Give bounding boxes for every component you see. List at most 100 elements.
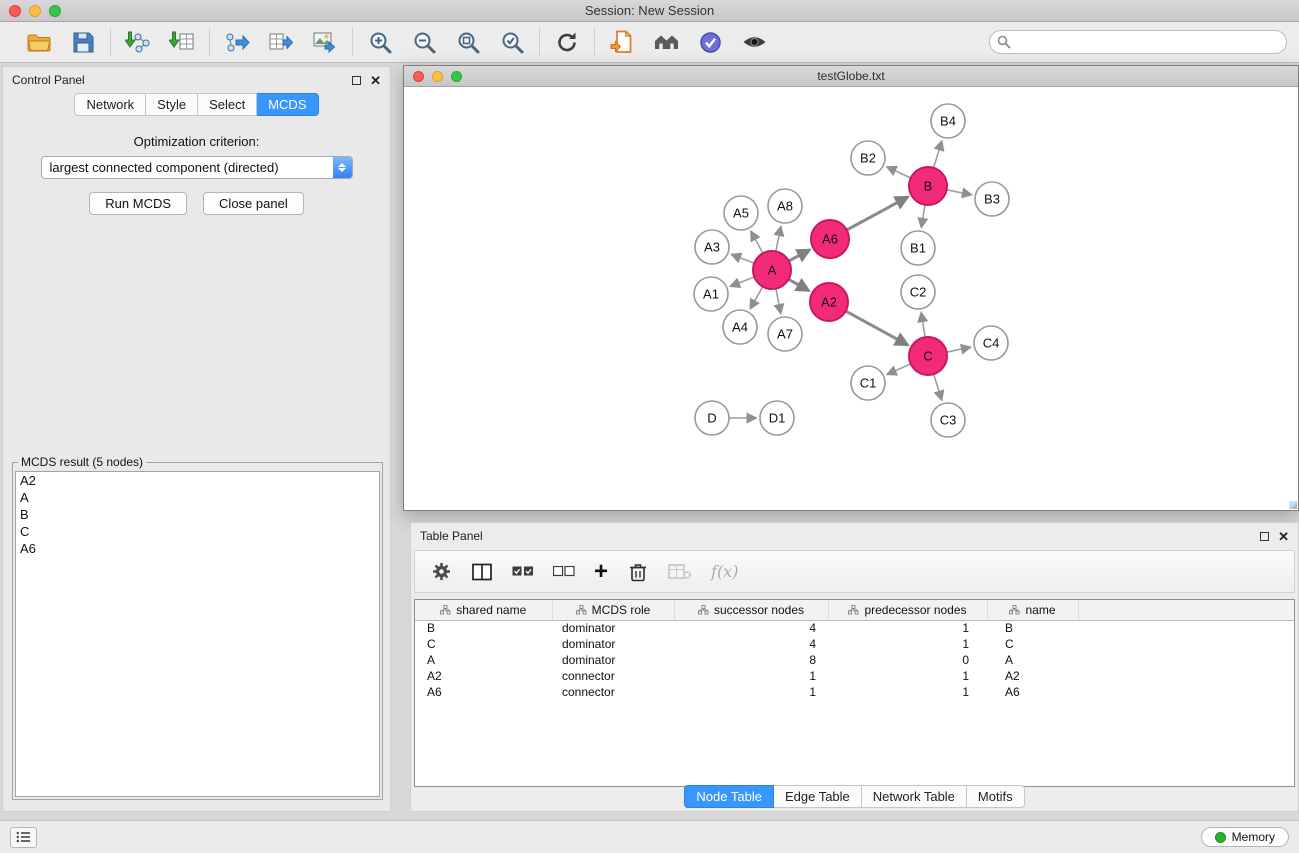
network-node-B4[interactable]: B4 [931,104,965,138]
import-table-button[interactable] [167,27,197,57]
save-session-button[interactable] [68,27,98,57]
network-edge-A-A1[interactable] [731,277,755,286]
open-session-button[interactable] [24,27,54,57]
export-network-button[interactable] [222,27,252,57]
network-edge-A-A2[interactable] [789,279,809,290]
float-panel-icon[interactable] [352,76,361,85]
network-edge-B-B2[interactable] [887,167,911,178]
network-node-A1[interactable]: A1 [694,277,728,311]
zoom-in-button[interactable] [365,27,395,57]
control-tab-mcds[interactable]: MCDS [257,93,318,116]
network-minimize-light[interactable] [432,71,443,82]
memory-button[interactable]: Memory [1201,827,1289,847]
export-table-button[interactable] [266,27,296,57]
window-resize-handle[interactable] [1289,501,1297,509]
network-edge-A2-C[interactable] [846,311,908,345]
network-zoom-light[interactable] [451,71,462,82]
show-columns-button[interactable] [471,562,493,582]
delete-table-button[interactable] [668,563,692,581]
function-builder-button[interactable]: f(x) [711,562,738,581]
network-node-A4[interactable]: A4 [723,310,757,344]
network-edge-C-C2[interactable] [921,313,925,338]
badge-button[interactable] [695,27,725,57]
table-row[interactable]: A6connector11A6 [415,684,1295,700]
column-header-predecessor-nodes[interactable]: predecessor nodes [828,600,987,620]
minimize-window-light[interactable] [29,5,41,17]
add-column-button[interactable]: + [594,560,608,584]
network-node-C1[interactable]: C1 [851,366,885,400]
table-tab-node-table[interactable]: Node Table [684,785,774,808]
network-node-B[interactable]: B [909,167,947,205]
export-image-button[interactable] [310,27,340,57]
network-node-A7[interactable]: A7 [768,317,802,351]
network-edge-A-A5[interactable] [751,231,763,253]
network-edge-A-A3[interactable] [732,255,755,264]
zoom-selected-button[interactable] [497,27,527,57]
network-node-C3[interactable]: C3 [931,403,965,437]
table-row[interactable]: A2connector11A2 [415,668,1295,684]
network-edge-C-C3[interactable] [934,374,942,400]
mcds-result-list[interactable]: A2ABCA6 [15,471,380,797]
network-edge-C-C1[interactable] [887,364,911,375]
column-header-name[interactable]: name [987,600,1078,620]
network-node-A5[interactable]: A5 [724,196,758,230]
mcds-result-item[interactable]: A [16,489,379,506]
table-settings-button[interactable] [431,561,452,582]
run-mcds-button[interactable]: Run MCDS [89,192,187,215]
network-node-B3[interactable]: B3 [975,182,1009,216]
table-row[interactable]: Bdominator41B [415,620,1295,636]
network-node-A2[interactable]: A2 [810,283,848,321]
float-table-panel-icon[interactable] [1260,532,1269,541]
table-tab-edge-table[interactable]: Edge Table [774,785,862,808]
close-panel-button[interactable]: Close panel [203,192,304,215]
network-node-A8[interactable]: A8 [768,189,802,223]
network-node-D1[interactable]: D1 [760,401,794,435]
deselect-all-button[interactable] [553,566,575,577]
node-table[interactable]: shared nameMCDS rolesuccessor nodesprede… [414,599,1295,787]
table-tab-network-table[interactable]: Network Table [862,785,967,808]
network-node-C[interactable]: C [909,337,947,375]
table-row[interactable]: Adominator80A [415,652,1295,668]
network-edge-A-A7[interactable] [776,289,781,314]
show-details-button[interactable] [739,27,769,57]
network-node-A[interactable]: A [753,251,791,289]
network-edge-B-B1[interactable] [921,205,925,228]
column-header-shared-name[interactable]: shared name [415,600,552,620]
zoom-fit-button[interactable] [453,27,483,57]
network-edge-C-C4[interactable] [947,347,971,352]
column-header-successor-nodes[interactable]: successor nodes [674,600,828,620]
network-node-A6[interactable]: A6 [811,220,849,258]
mcds-result-item[interactable]: B [16,506,379,523]
network-edge-A-A4[interactable] [750,287,762,309]
network-node-C4[interactable]: C4 [974,326,1008,360]
network-node-D[interactable]: D [695,401,729,435]
mcds-result-item[interactable]: A2 [16,472,379,489]
mcds-result-item[interactable]: C [16,523,379,540]
show-panels-button[interactable] [10,827,37,848]
network-edge-A6-B[interactable] [847,197,908,230]
zoom-out-button[interactable] [409,27,439,57]
control-tab-select[interactable]: Select [198,93,257,116]
neighbors-button[interactable] [651,27,681,57]
network-edge-A-A6[interactable] [789,250,810,261]
optimization-criterion-dropdown[interactable]: largest connected component (directed) [41,156,353,179]
network-window-titlebar[interactable]: testGlobe.txt [404,66,1298,87]
network-edge-B-B4[interactable] [934,141,942,168]
refresh-button[interactable] [552,27,582,57]
network-edge-B-B3[interactable] [947,190,972,195]
select-all-button[interactable] [512,566,534,577]
table-tab-motifs[interactable]: Motifs [967,785,1025,808]
close-table-panel-icon[interactable]: ✕ [1278,530,1289,543]
control-tab-style[interactable]: Style [146,93,198,116]
close-window-light[interactable] [9,5,21,17]
network-node-A3[interactable]: A3 [695,230,729,264]
network-edge-A-A8[interactable] [776,227,781,252]
zoom-window-light[interactable] [49,5,61,17]
column-header-MCDS-role[interactable]: MCDS role [552,600,674,620]
close-panel-icon[interactable]: ✕ [370,74,381,87]
network-node-B1[interactable]: B1 [901,231,935,265]
table-row[interactable]: Cdominator41C [415,636,1295,652]
network-node-B2[interactable]: B2 [851,141,885,175]
network-node-C2[interactable]: C2 [901,275,935,309]
network-close-light[interactable] [413,71,424,82]
